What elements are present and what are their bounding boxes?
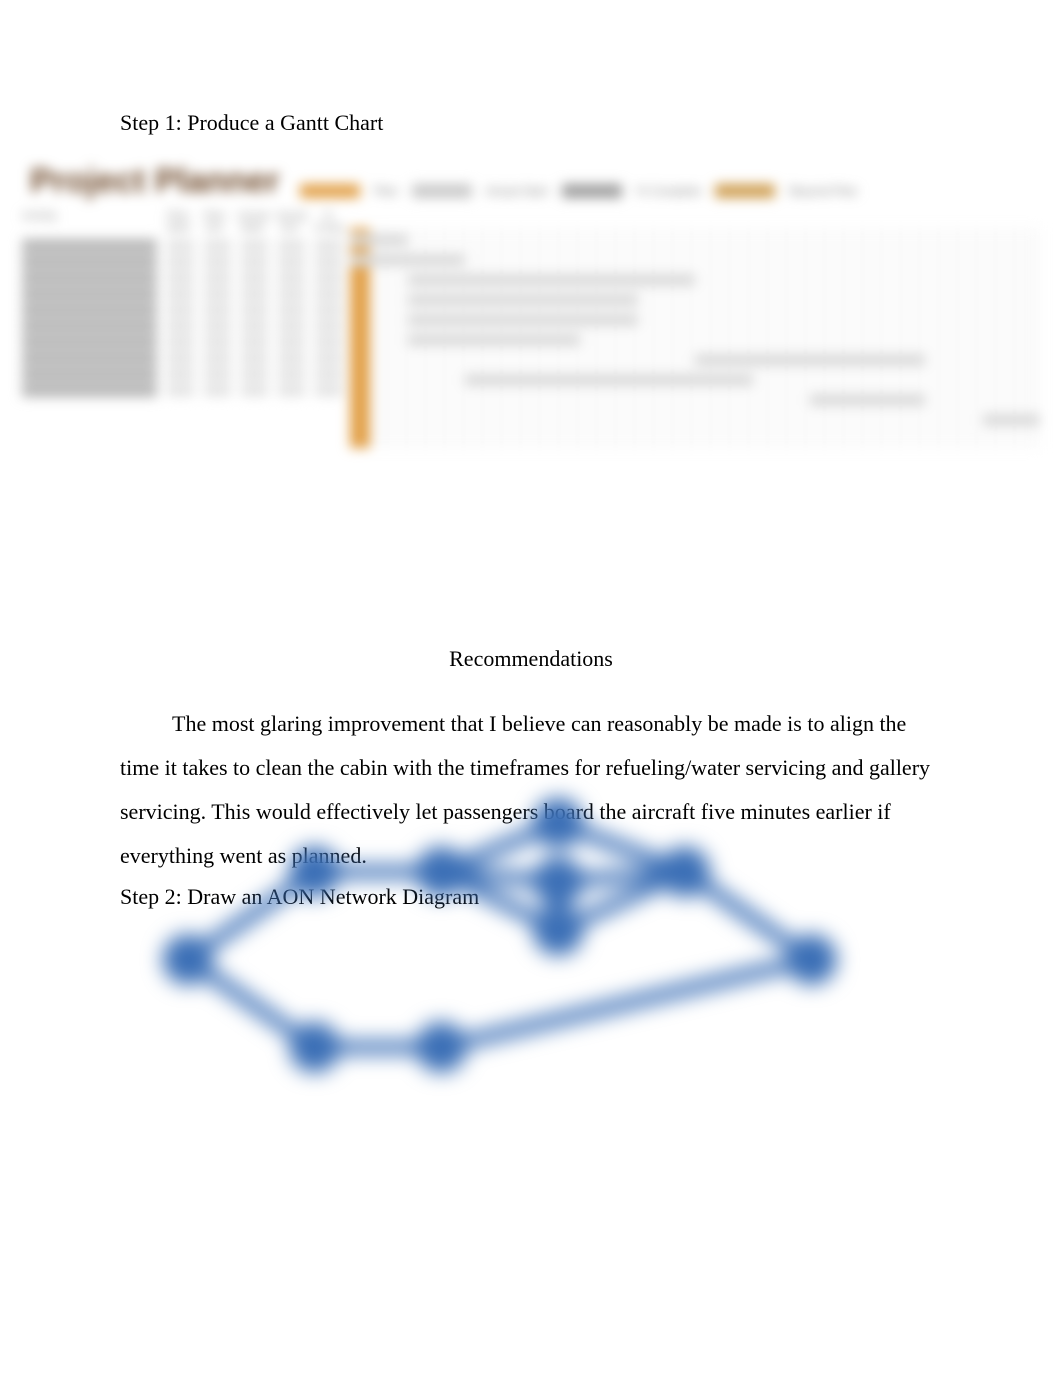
aon-node [786, 934, 837, 985]
legend-label: Plan [374, 184, 398, 198]
step1-heading: Step 1: Produce a Gantt Chart [120, 110, 942, 136]
col-header: Plan Start [165, 210, 192, 234]
table-row [22, 238, 342, 254]
gantt-chart-image: Project Planner Plan Actual Start % Comp… [10, 150, 1052, 460]
table-row [22, 254, 342, 270]
col-header: % Comp [314, 210, 342, 234]
gantt-bar [408, 314, 638, 326]
gantt-table-header: Activity Plan Start Plan Dur Actual Star… [22, 210, 342, 234]
gantt-task-table: Activity Plan Start Plan Dur Actual Star… [22, 210, 342, 398]
table-row [22, 366, 342, 382]
aon-node [533, 798, 584, 849]
aon-node [163, 934, 214, 985]
gantt-bars-area [350, 228, 1040, 448]
aon-node [289, 1022, 340, 1073]
legend-label: Actual Start [486, 184, 548, 198]
aon-edge [441, 959, 811, 1047]
table-row [22, 302, 342, 318]
table-row [22, 350, 342, 366]
aon-network-diagram [110, 770, 870, 1110]
legend-label: Beyond Plan [789, 184, 857, 198]
aon-node [660, 846, 711, 897]
recommendations-heading: Recommendations [120, 646, 942, 672]
table-row [22, 382, 342, 398]
table-row [22, 334, 342, 350]
table-row [22, 286, 342, 302]
gantt-bar [350, 234, 408, 246]
legend-swatch [300, 184, 360, 198]
legend-swatch [562, 184, 622, 198]
gantt-bar [408, 334, 581, 346]
gantt-bar [695, 354, 925, 366]
gantt-bar [810, 394, 925, 406]
legend-label: % Complete [636, 184, 701, 198]
aon-node [416, 846, 467, 897]
table-row [22, 270, 342, 286]
gantt-bar [408, 274, 696, 286]
aon-node [533, 856, 584, 907]
legend-swatch [715, 184, 775, 198]
aon-svg [110, 770, 870, 1110]
table-row [22, 318, 342, 334]
aon-node [289, 846, 340, 897]
aon-node [533, 905, 584, 956]
col-header: Plan Dur [201, 210, 228, 234]
gantt-bar [465, 374, 753, 386]
legend-swatch [412, 184, 472, 198]
gantt-bar [350, 254, 465, 266]
gantt-legend: Plan Actual Start % Complete Beyond Plan [300, 184, 858, 198]
col-header: Actual Start [238, 210, 266, 234]
gantt-bar [408, 294, 638, 306]
gantt-title: Project Planner [30, 162, 279, 201]
col-header: Actual Dur [276, 210, 304, 234]
col-header: Activity [22, 210, 155, 234]
gantt-bar [983, 414, 1041, 426]
aon-node [416, 1022, 467, 1073]
